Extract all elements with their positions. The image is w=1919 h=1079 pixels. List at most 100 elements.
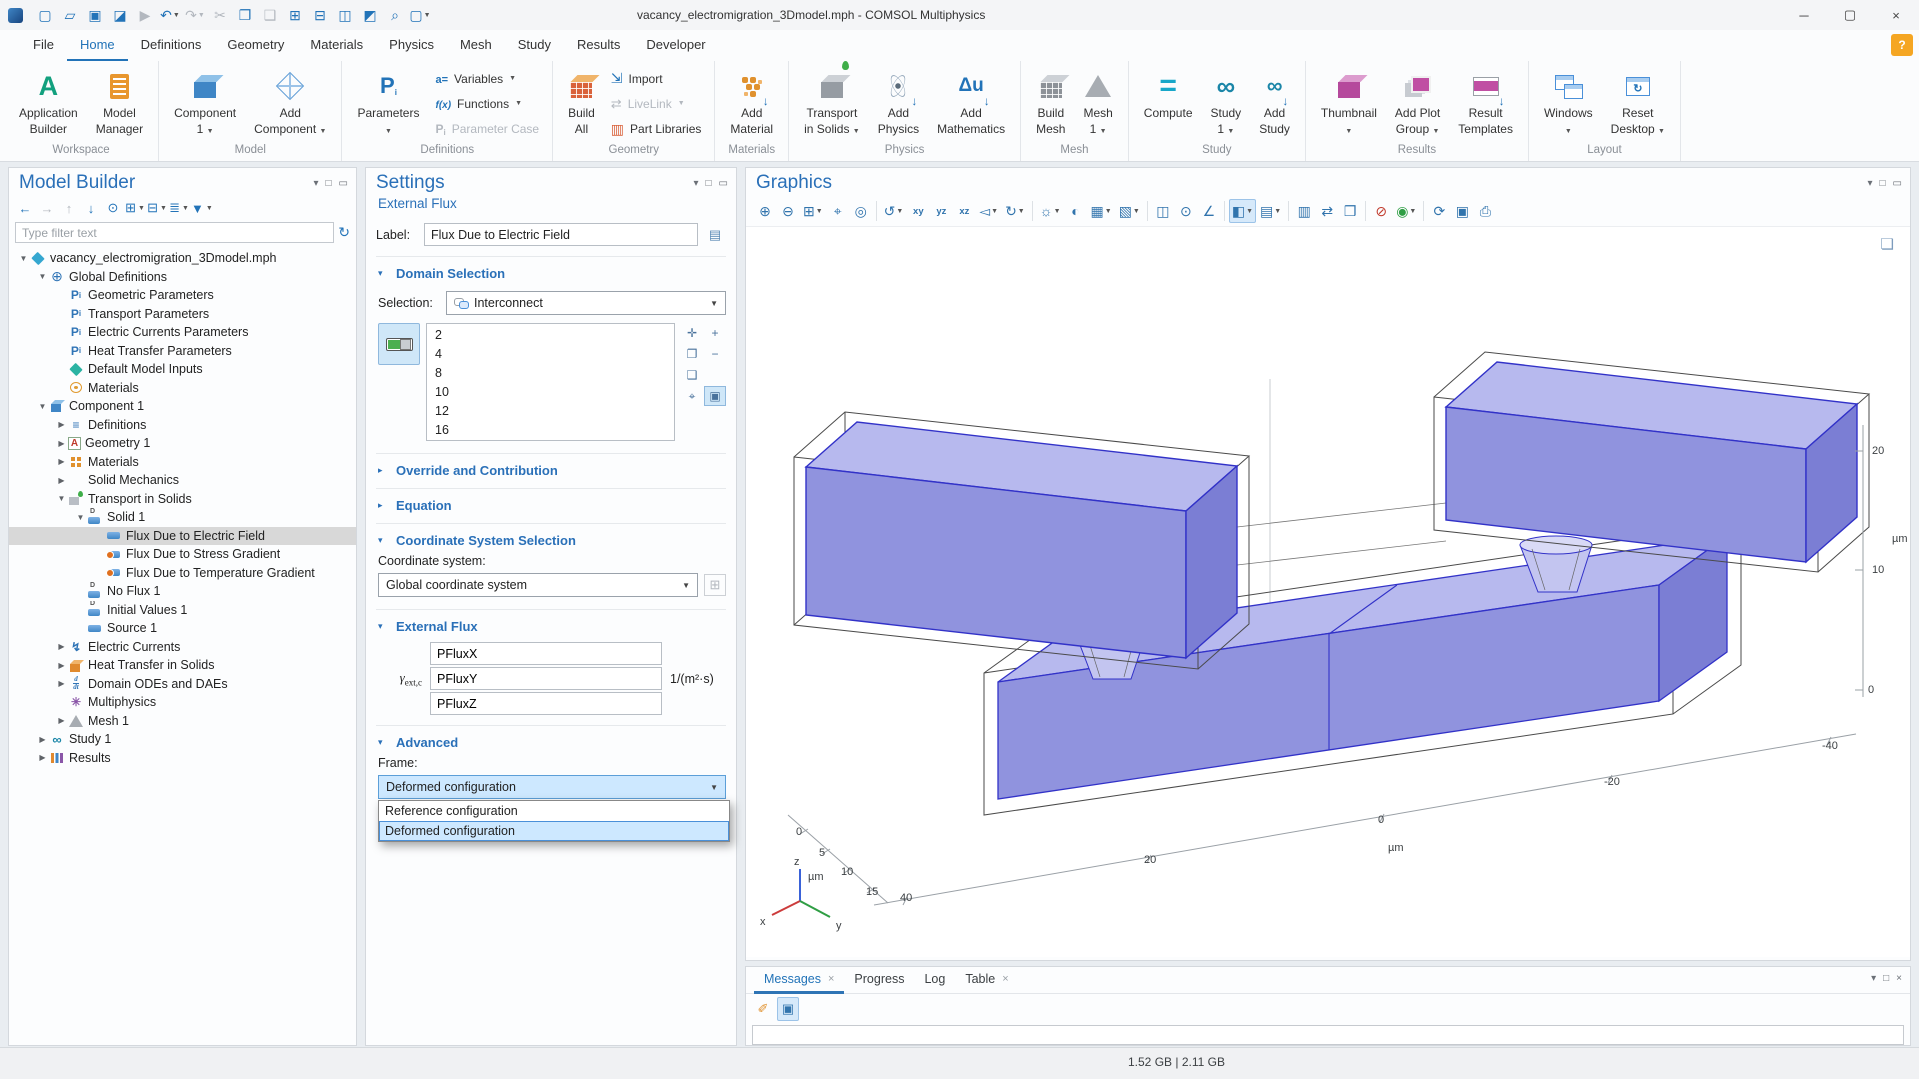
tree-filter-input[interactable] <box>15 222 334 243</box>
tree-item[interactable]: ▶↯Electric Currents <box>9 638 356 657</box>
save-as-icon[interactable]: ◪ <box>108 3 132 27</box>
collapse-icon[interactable]: ▶ <box>36 753 49 762</box>
view-xy-icon[interactable]: xy <box>907 199 929 223</box>
compute-button[interactable]: =Compute <box>1136 66 1201 142</box>
create-coordinate-system-icon[interactable]: ⊞ <box>704 574 726 596</box>
variables-button[interactable]: a=Variables▼ <box>435 69 539 89</box>
copy-icon[interactable]: ❐ <box>233 3 257 27</box>
expand-icon[interactable]: ▼ <box>36 272 49 281</box>
tree-item[interactable]: ▶≡Definitions <box>9 416 356 435</box>
tree-item[interactable]: ▶Materials <box>9 453 356 472</box>
tree-item[interactable]: ▶ddtDomain ODEs and DAEs <box>9 675 356 694</box>
float-panel-icon[interactable]: □ <box>706 178 712 189</box>
run-icon[interactable]: ▶ <box>133 3 157 27</box>
paste-selection-icon[interactable]: ❑ <box>681 365 703 385</box>
frame-combobox[interactable]: Deformed configuration ▼ <box>378 775 726 799</box>
import-button[interactable]: ⇲Import <box>611 69 702 89</box>
view-xz-icon[interactable]: xz <box>953 199 975 223</box>
coordinate-system-combobox[interactable]: Global coordinate system ▼ <box>378 573 698 597</box>
hover-select-icon[interactable]: ⊙ <box>1175 199 1197 223</box>
domain-list-item[interactable]: 16 <box>427 421 674 440</box>
redo-icon[interactable]: ↷▼ <box>183 3 207 27</box>
transparency-icon[interactable]: ◐ <box>1065 199 1087 223</box>
windows-button[interactable]: Windows▼ <box>1536 66 1601 142</box>
domain-list-item[interactable]: 8 <box>427 364 674 383</box>
tree-item[interactable]: PiTransport Parameters <box>9 305 356 324</box>
tree-item[interactable]: ▶∞Study 1 <box>9 730 356 749</box>
tree-item[interactable]: ▼Transport in Solids <box>9 490 356 509</box>
measure-icon[interactable]: ∠ <box>1198 199 1220 223</box>
help-button[interactable]: ? <box>1891 34 1913 56</box>
tab-messages[interactable]: Messages× <box>754 972 844 994</box>
external-flux-header[interactable]: ▾ External Flux <box>376 617 726 636</box>
tree-item[interactable]: Materials <box>9 379 356 398</box>
menu-geometry[interactable]: Geometry <box>214 30 297 61</box>
collapse-icon[interactable]: ▶ <box>55 716 68 725</box>
paste-icon[interactable]: ❑ <box>258 3 282 27</box>
wireframe-rendering-icon[interactable]: ▦▼ <box>1088 199 1115 223</box>
add-study-button[interactable]: ∞↓AddStudy <box>1251 66 1298 142</box>
tree-item[interactable]: ▶Mesh 1 <box>9 712 356 731</box>
show-icon[interactable]: ⊙ <box>103 198 123 218</box>
model-tree-node-text-icon[interactable]: ≣▼ <box>169 198 189 218</box>
add-component-button[interactable]: AddComponent ▼ <box>246 66 334 142</box>
component-1-button[interactable]: Component1 ▼ <box>166 66 244 142</box>
tree-item[interactable]: ▼vacancy_electromigration_3Dmodel.mph <box>9 249 356 268</box>
panel-menu-icon[interactable]: ▾ <box>313 178 318 189</box>
domain-list-item[interactable]: 10 <box>427 383 674 402</box>
tree-item[interactable]: ▼Component 1 <box>9 397 356 416</box>
coordinate-header[interactable]: ▾ Coordinate System Selection <box>376 531 726 550</box>
scene-light-icon[interactable]: ☼▼ <box>1037 199 1064 223</box>
tree-item[interactable]: PiElectric Currents Parameters <box>9 323 356 342</box>
add-to-selection-icon[interactable]: + <box>704 323 726 343</box>
tree-item[interactable]: No Flux 1 <box>9 582 356 601</box>
menu-physics[interactable]: Physics <box>376 30 447 61</box>
domain-list-item[interactable]: 4 <box>427 345 674 364</box>
tree-item[interactable]: Flux Due to Stress Gradient <box>9 545 356 564</box>
filter-icon[interactable]: ▼▼ <box>191 198 213 218</box>
menu-definitions[interactable]: Definitions <box>128 30 215 61</box>
tab-log[interactable]: Log <box>914 972 955 994</box>
add-mathematics-button[interactable]: Δu↓AddMathematics <box>929 66 1013 142</box>
panel-menu-icon[interactable]: ▾ <box>693 178 698 189</box>
tree-item[interactable]: ▼⊕Global Definitions <box>9 268 356 287</box>
float-panel-icon[interactable]: □ <box>326 178 332 189</box>
tree-item[interactable]: Source 1 <box>9 619 356 638</box>
cut-icon[interactable]: ✂ <box>208 3 232 27</box>
collapse-icon[interactable]: ▶ <box>55 476 68 485</box>
zoom-to-selection-icon[interactable]: ◎ <box>850 199 872 223</box>
tree-item[interactable]: Default Model Inputs <box>9 360 356 379</box>
visibility-icon[interactable]: ◧▼ <box>1229 199 1256 223</box>
minimize-button[interactable]: ─ <box>1781 0 1827 30</box>
copy-selection-icon[interactable]: ❐ <box>681 344 703 364</box>
flux-component-input[interactable] <box>430 667 662 690</box>
refresh-icon[interactable]: ↻ <box>338 224 350 241</box>
select-box-icon[interactable]: ◫ <box>333 3 357 27</box>
livelink-button[interactable]: ⇄LiveLink▼ <box>611 94 702 114</box>
add-plot-group-button[interactable]: Add PlotGroup ▼ <box>1387 66 1448 142</box>
add-material-button[interactable]: ↓AddMaterial <box>722 66 781 142</box>
parameters-button[interactable]: PiParameters▼ <box>349 66 427 142</box>
zoom-extents-icon[interactable]: ⌖ <box>827 199 849 223</box>
application-builder-button[interactable]: AApplicationBuilder <box>11 66 86 142</box>
parameter-case-button[interactable]: PiParameter Case <box>435 119 539 139</box>
open-file-icon[interactable]: ▱ <box>58 3 82 27</box>
flux-component-input[interactable] <box>430 692 662 715</box>
tree-item[interactable]: ▶Results <box>9 749 356 768</box>
result-templates-button[interactable]: ↓ResultTemplates <box>1450 66 1521 142</box>
zoom-to-selection-icon[interactable]: ⌖ <box>681 386 703 406</box>
tree-item[interactable]: ▶Heat Transfer in Solids <box>9 656 356 675</box>
close-panel-icon[interactable]: × <box>1896 973 1902 984</box>
menu-study[interactable]: Study <box>505 30 564 61</box>
reset-desktop-button[interactable]: ↻ResetDesktop ▼ <box>1603 66 1673 142</box>
mesh-1-button[interactable]: Mesh1 ▼ <box>1075 66 1120 142</box>
collapse-icon[interactable]: ▶ <box>55 457 68 466</box>
delete-icon[interactable]: ⊟ <box>308 3 332 27</box>
rotate-icon[interactable]: ↻▼ <box>1002 199 1028 223</box>
domain-selection-header[interactable]: ▾ Domain Selection <box>376 264 726 283</box>
thumbnail-button[interactable]: Thumbnail▼ <box>1313 66 1385 142</box>
model-manager-button[interactable]: ModelManager <box>88 66 151 142</box>
comsol-app-icon[interactable] <box>8 8 23 23</box>
selection-color-icon[interactable]: ◉▼ <box>1393 199 1419 223</box>
create-selection-icon[interactable]: ✛ <box>681 323 703 343</box>
